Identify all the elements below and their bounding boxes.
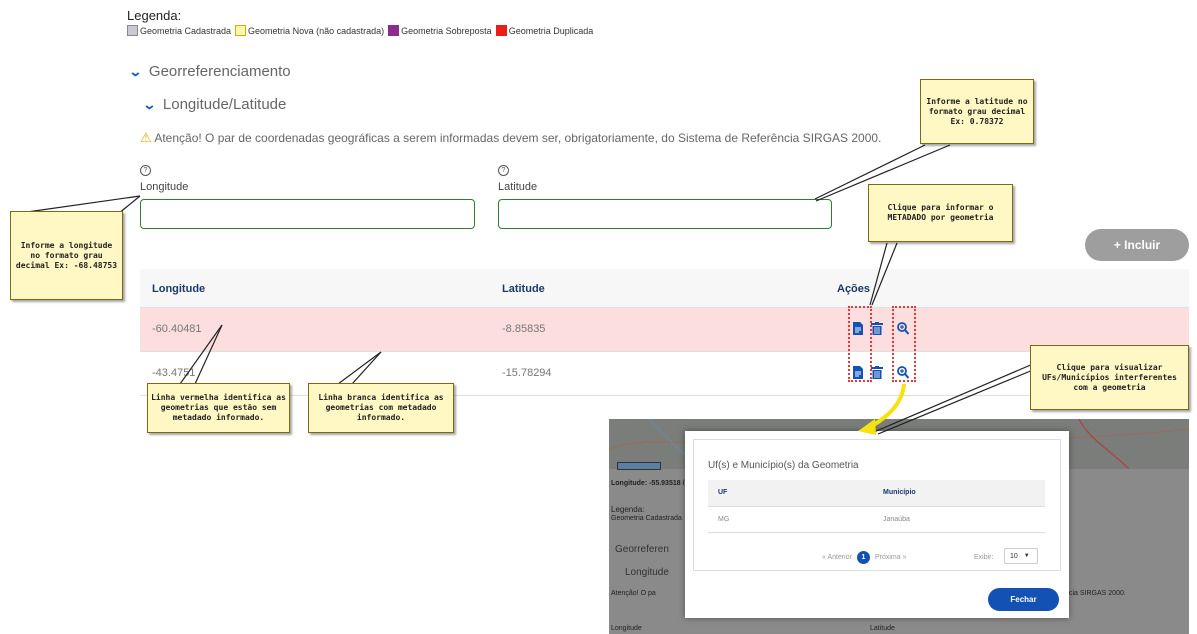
metadado-annotation: Clique para informar o METADADO por geom… [868,184,1013,242]
red-row-annotation: Linha vermelha identifica as geometrias … [147,383,290,433]
white-row-annotation: Linha branca identifica as geometrias co… [308,383,454,433]
longitude-annotation: Informe a longitude no formato grau deci… [10,211,123,300]
visualizar-annotation: Clique para visualizar UFs/Municípios in… [1030,345,1189,410]
latitude-annotation: Informe a latitude no formato grau decim… [920,79,1034,144]
